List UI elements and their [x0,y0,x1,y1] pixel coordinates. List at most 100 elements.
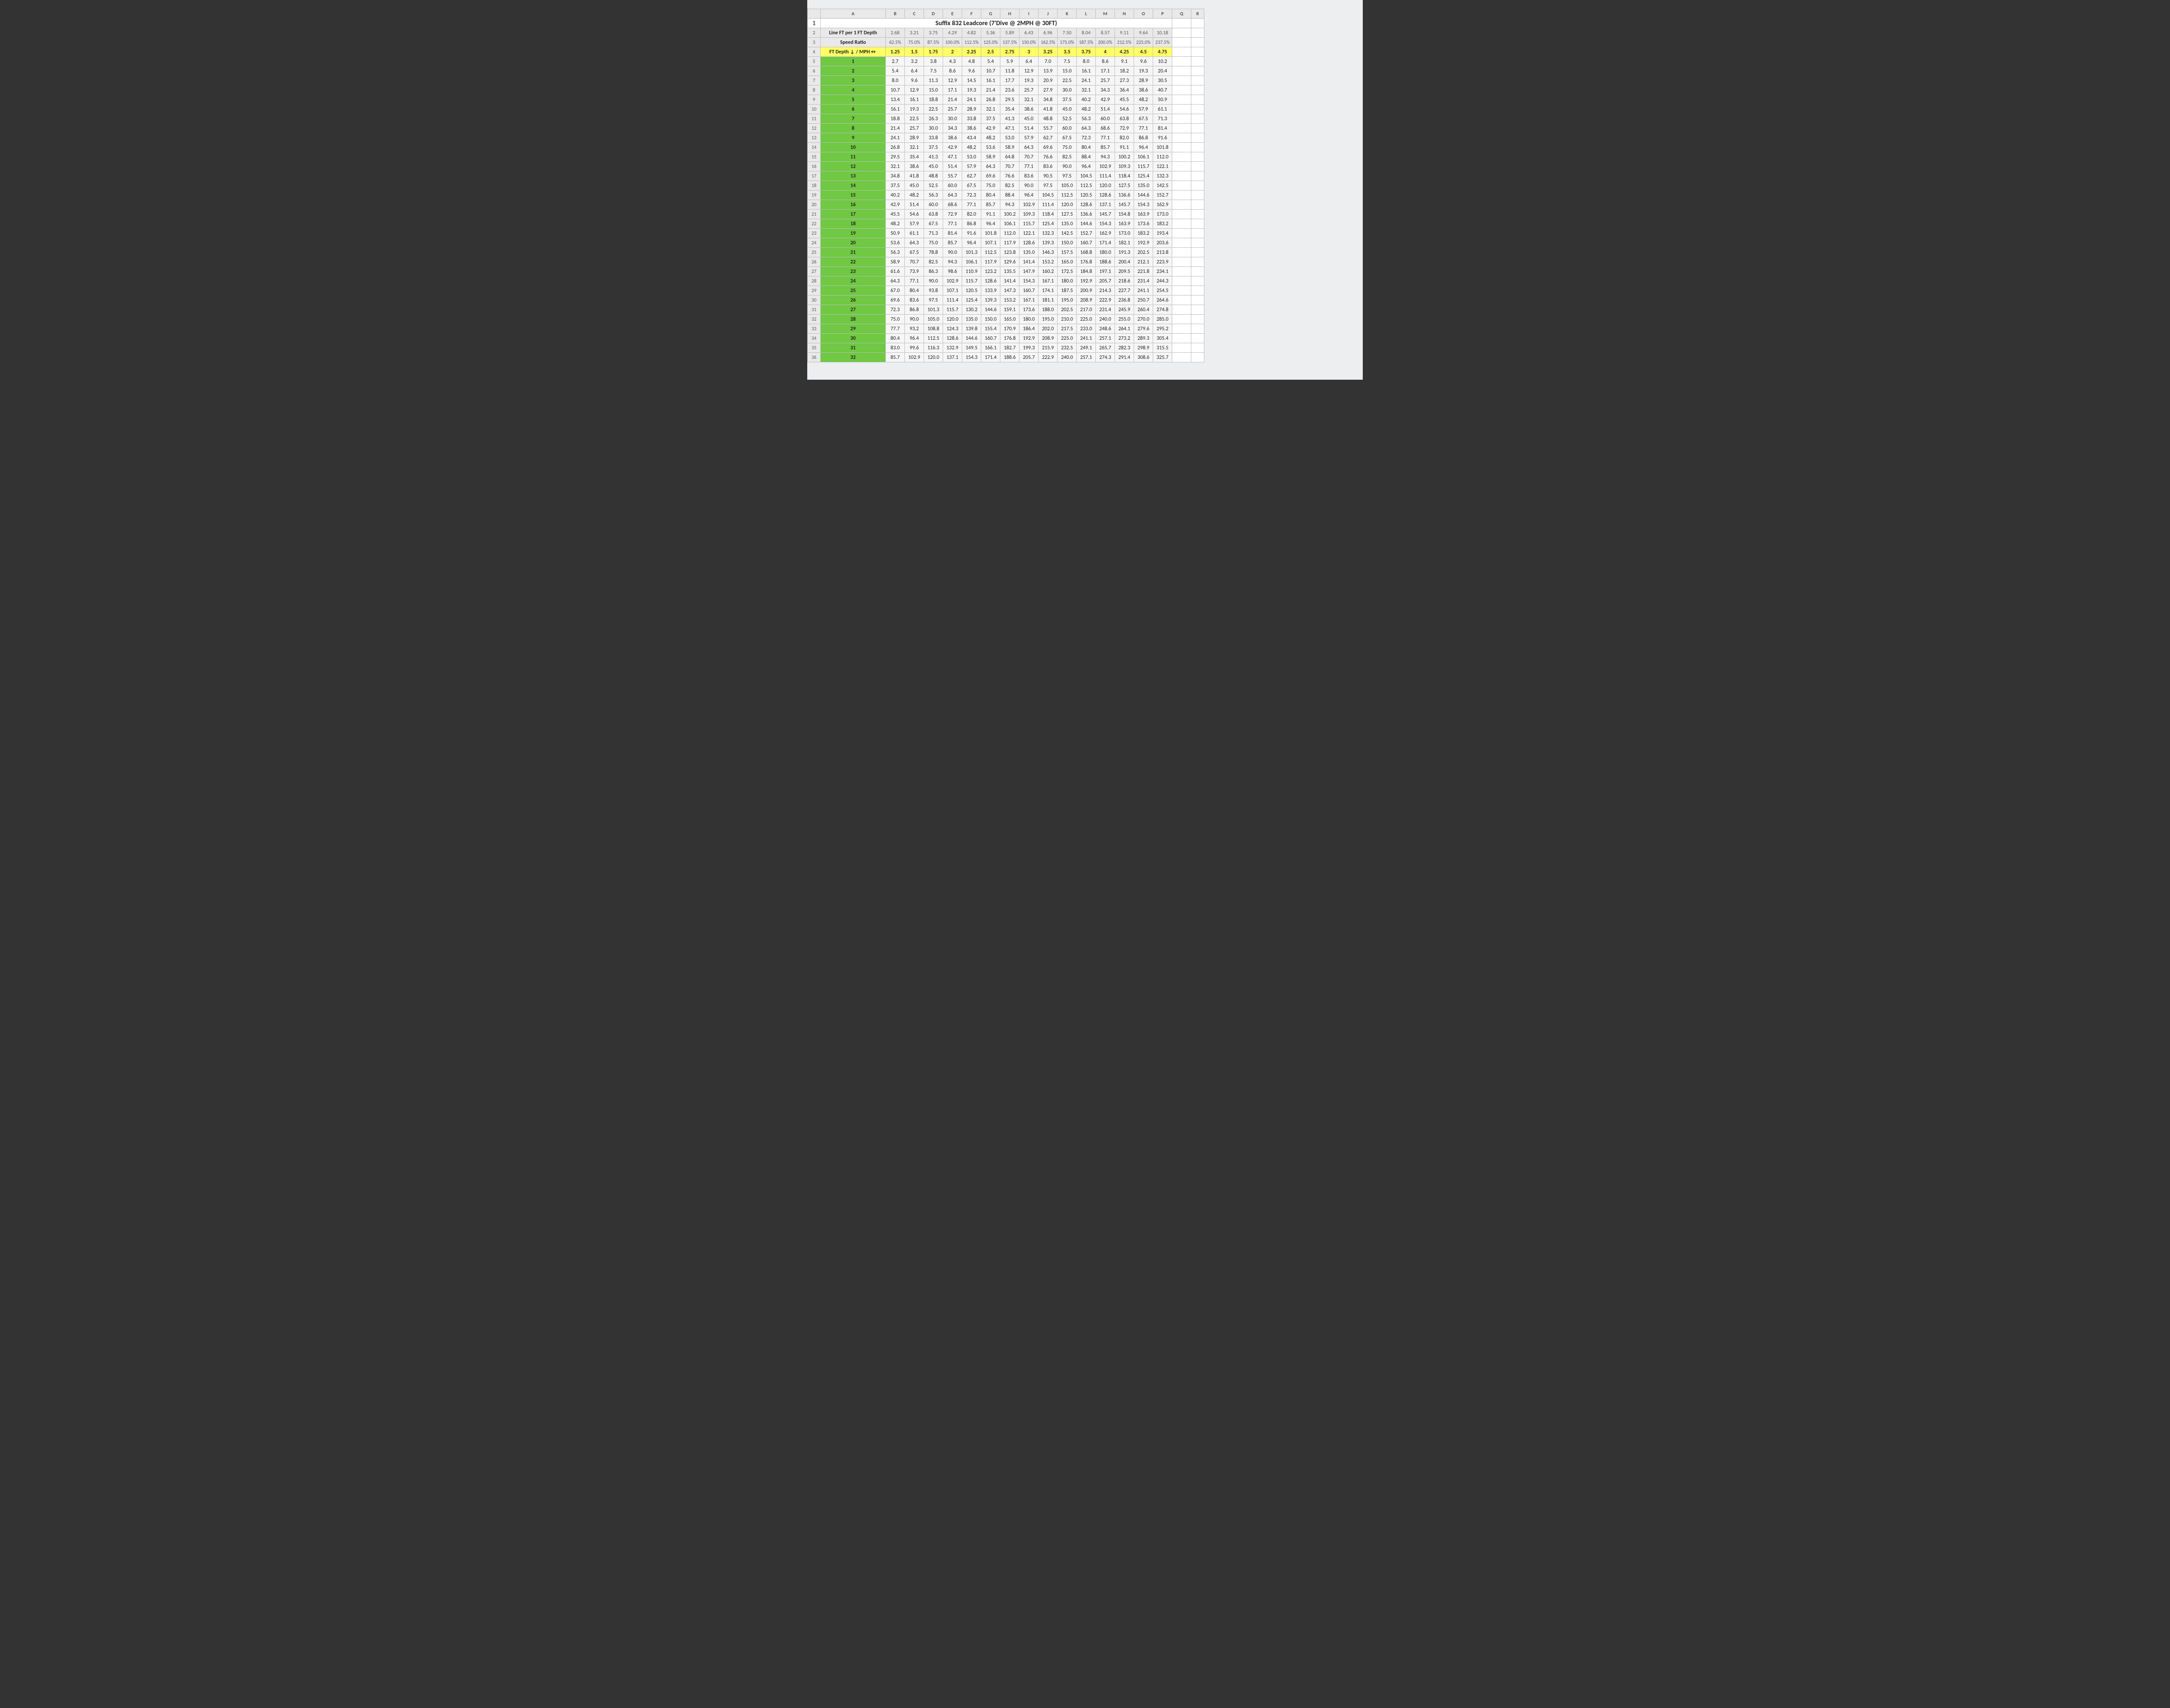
data-cell[interactable]: 85.7 [886,353,905,362]
data-cell[interactable]: 54.6 [1115,105,1134,114]
data-cell[interactable]: 23.6 [1000,85,1019,95]
data-cell[interactable]: 72.3 [1077,133,1096,143]
depth-cell[interactable]: 14 [821,181,886,191]
data-cell[interactable]: 4.8 [962,57,981,66]
data-cell[interactable]: 135.0 [1019,248,1039,257]
row-header-12[interactable]: 12 [808,124,821,133]
cell-empty[interactable] [1172,248,1191,257]
data-cell[interactable]: 105.0 [924,315,943,324]
depth-cell[interactable]: 32 [821,353,886,362]
cell-empty[interactable] [1172,305,1191,315]
data-cell[interactable]: 70.7 [1000,162,1019,171]
data-cell[interactable]: 48.8 [924,171,943,181]
data-cell[interactable]: 38.6 [905,162,924,171]
data-cell[interactable]: 67.0 [886,286,905,296]
data-cell[interactable]: 112.5 [1077,181,1096,191]
data-cell[interactable]: 72.3 [886,305,905,315]
data-cell[interactable]: 67.5 [1134,114,1153,124]
row-header-28[interactable]: 28 [808,276,821,286]
data-cell[interactable]: 97.5 [924,296,943,305]
data-cell[interactable]: 93.2 [905,324,924,334]
header-cell[interactable]: 62.5% [886,38,905,47]
data-cell[interactable]: 26.8 [886,143,905,152]
header-cell[interactable]: 2.68 [886,28,905,38]
data-cell[interactable]: 25.7 [1096,76,1115,85]
data-cell[interactable]: 41.3 [924,152,943,162]
data-cell[interactable]: 30.0 [1058,85,1077,95]
data-cell[interactable]: 162.9 [1096,229,1115,238]
header-cell[interactable]: 3.75 [1077,47,1096,57]
data-cell[interactable]: 57.9 [1134,105,1153,114]
data-cell[interactable]: 24.1 [886,133,905,143]
data-cell[interactable]: 82.0 [962,210,981,219]
row-header-11[interactable]: 11 [808,114,821,124]
data-cell[interactable]: 97.5 [1039,181,1058,191]
data-cell[interactable]: 245.9 [1115,305,1134,315]
data-cell[interactable]: 82.0 [1115,133,1134,143]
data-cell[interactable]: 231.4 [1096,305,1115,315]
data-cell[interactable]: 41.3 [1000,114,1019,124]
data-cell[interactable]: 51.4 [1096,105,1115,114]
cell-empty[interactable] [1172,181,1191,191]
data-cell[interactable]: 77.1 [943,219,962,229]
cell-empty[interactable] [1191,85,1204,95]
data-cell[interactable]: 90.0 [1058,162,1077,171]
header-cell[interactable]: 2 [943,47,962,57]
header-cell[interactable]: 7.50 [1058,28,1077,38]
row-header-8[interactable]: 8 [808,85,821,95]
cell-empty[interactable] [1191,38,1204,47]
data-cell[interactable]: 118.4 [1039,210,1058,219]
data-cell[interactable]: 139.8 [962,324,981,334]
data-cell[interactable]: 152.7 [1077,229,1096,238]
data-cell[interactable]: 69.6 [981,171,1000,181]
data-cell[interactable]: 70.7 [905,257,924,267]
data-cell[interactable]: 15.0 [924,85,943,95]
cell-empty[interactable] [1191,162,1204,171]
data-cell[interactable]: 101.8 [1153,143,1172,152]
data-cell[interactable]: 91.1 [1115,143,1134,152]
data-cell[interactable]: 180.0 [1096,248,1115,257]
data-cell[interactable]: 191.3 [1115,248,1134,257]
data-cell[interactable]: 166.1 [981,343,1000,353]
data-cell[interactable]: 107.1 [981,238,1000,248]
data-cell[interactable]: 16.1 [981,76,1000,85]
data-cell[interactable]: 19.3 [1134,66,1153,76]
row-header-30[interactable]: 30 [808,296,821,305]
data-cell[interactable]: 37.5 [1058,95,1077,105]
data-cell[interactable]: 16.1 [905,95,924,105]
header-cell[interactable]: 5.36 [981,28,1000,38]
header-cell[interactable]: 1.5 [905,47,924,57]
cell-empty[interactable] [1191,66,1204,76]
data-cell[interactable]: 274.3 [1096,353,1115,362]
data-cell[interactable]: 72.3 [962,191,981,200]
data-cell[interactable]: 77.1 [962,200,981,210]
cell-empty[interactable] [1191,324,1204,334]
data-cell[interactable]: 174.1 [1039,286,1058,296]
header-cell[interactable]: 3 [1019,47,1039,57]
data-cell[interactable]: 35.4 [905,152,924,162]
cell-empty[interactable] [1172,76,1191,85]
row-header-25[interactable]: 25 [808,248,821,257]
data-cell[interactable]: 183.2 [1153,219,1172,229]
data-cell[interactable]: 69.6 [886,296,905,305]
data-cell[interactable]: 42.9 [981,124,1000,133]
data-cell[interactable]: 13.4 [886,95,905,105]
data-cell[interactable]: 170.9 [1000,324,1019,334]
data-cell[interactable]: 75.0 [1058,143,1077,152]
data-cell[interactable]: 159.1 [1000,305,1019,315]
data-cell[interactable]: 91.1 [981,210,1000,219]
data-cell[interactable]: 75.0 [924,238,943,248]
data-cell[interactable]: 69.6 [1039,143,1058,152]
data-cell[interactable]: 135.0 [962,315,981,324]
data-cell[interactable]: 147.9 [1019,267,1039,276]
data-cell[interactable]: 61.6 [886,267,905,276]
data-cell[interactable]: 218.6 [1115,276,1134,286]
data-cell[interactable]: 83.6 [1019,171,1039,181]
header-cell[interactable]: 2.75 [1000,47,1019,57]
cell-empty[interactable] [1191,47,1204,57]
data-cell[interactable]: 5.9 [1000,57,1019,66]
data-cell[interactable]: 101.8 [981,229,1000,238]
depth-cell[interactable]: 1 [821,57,886,66]
column-header-G[interactable]: G [981,9,1000,19]
spreadsheet-viewport[interactable]: ABCDEFGHIJKLMNOPQR 1Suffix 832 Leadcore … [807,0,1363,380]
